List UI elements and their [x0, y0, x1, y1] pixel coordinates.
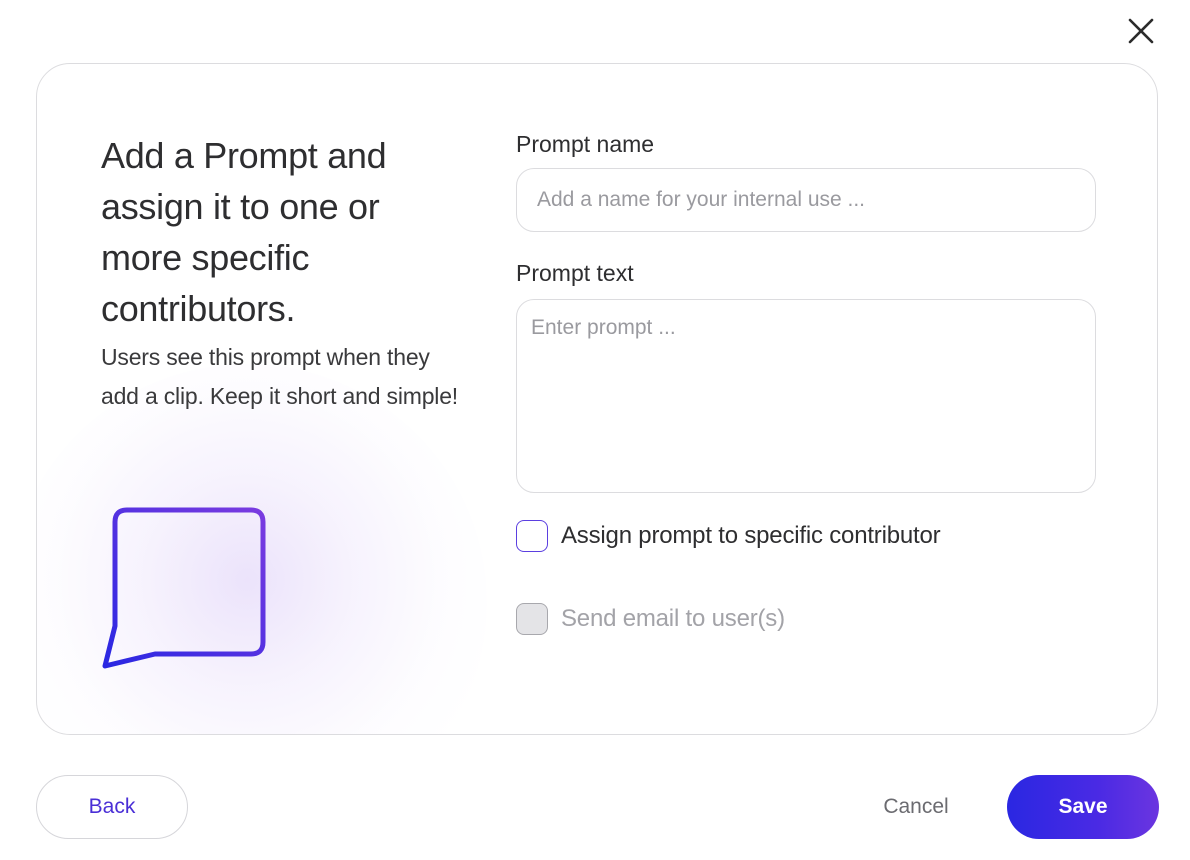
prompt-name-input[interactable]: [516, 168, 1096, 232]
cancel-button[interactable]: Cancel: [860, 775, 972, 839]
close-button[interactable]: [1124, 14, 1158, 48]
prompt-form: Prompt name Prompt text Assign prompt to…: [516, 128, 1096, 636]
dialog-heading: Add a Prompt and assign it to one or mor…: [101, 135, 387, 329]
chat-bubble-icon: [101, 506, 271, 676]
send-email-checkbox: [516, 603, 548, 635]
send-email-label: Send email to user(s): [561, 605, 785, 632]
prompt-text-input[interactable]: [516, 299, 1096, 493]
prompt-name-label: Prompt name: [516, 131, 655, 157]
assign-contributor-label: Assign prompt to specific contributor: [561, 522, 941, 549]
dialog-description: Users see this prompt when they add a cl…: [101, 344, 458, 409]
save-button[interactable]: Save: [1007, 775, 1159, 839]
intro-panel: Add a Prompt and assign it to one or mor…: [101, 130, 461, 415]
assign-contributor-checkbox[interactable]: [516, 520, 548, 552]
close-icon: [1128, 18, 1154, 44]
dialog-card: Add a Prompt and assign it to one or mor…: [36, 63, 1158, 735]
assign-contributor-option[interactable]: Assign prompt to specific contributor: [516, 519, 1096, 553]
prompt-text-label: Prompt text: [516, 260, 634, 286]
send-email-option: Send email to user(s): [516, 602, 1096, 636]
back-button[interactable]: Back: [36, 775, 188, 839]
add-prompt-dialog: Add a Prompt and assign it to one or mor…: [0, 0, 1190, 860]
